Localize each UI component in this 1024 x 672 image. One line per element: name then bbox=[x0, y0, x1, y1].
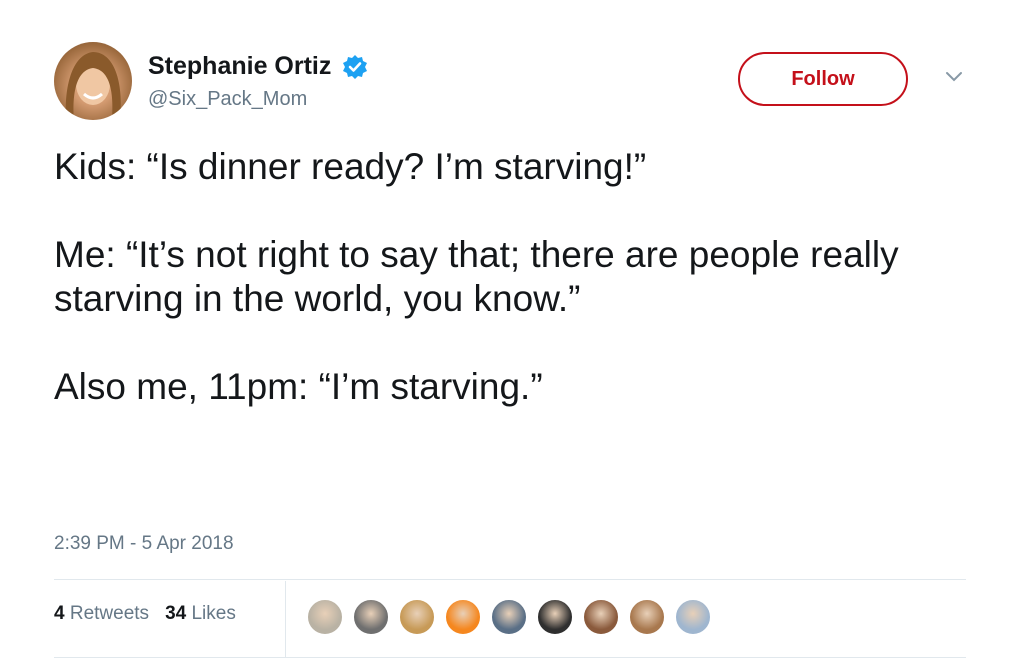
tweet-header: Stephanie Ortiz @Six_Pack_Mom Follow bbox=[54, 42, 974, 122]
retweets-stat[interactable]: 4 Retweets bbox=[54, 603, 149, 625]
liker-avatar-8[interactable] bbox=[628, 598, 666, 636]
chevron-down-icon[interactable] bbox=[944, 70, 964, 84]
author-display-name[interactable]: Stephanie Ortiz bbox=[148, 52, 331, 81]
likes-stat[interactable]: 34 Likes bbox=[165, 603, 236, 625]
tweet-timestamp[interactable]: 2:39 PM - 5 Apr 2018 bbox=[54, 533, 234, 555]
author-avatar[interactable] bbox=[54, 42, 132, 120]
liker-avatar-4[interactable] bbox=[444, 598, 482, 636]
verified-badge-icon bbox=[342, 54, 368, 80]
retweets-label: Retweets bbox=[69, 603, 150, 624]
author-handle[interactable]: @Six_Pack_Mom bbox=[148, 88, 307, 111]
tweet-stats: 4 Retweets 34 Likes bbox=[54, 603, 252, 625]
stats-separator bbox=[285, 581, 286, 657]
liker-avatar-2[interactable] bbox=[352, 598, 390, 636]
likes-label: Likes bbox=[191, 603, 236, 624]
tweet-paragraph: Also me, 11pm: “I’m starving.” bbox=[54, 366, 543, 407]
divider bbox=[54, 579, 966, 580]
liker-avatar-1[interactable] bbox=[306, 598, 344, 636]
liker-avatar-5[interactable] bbox=[490, 598, 528, 636]
tweet-paragraph: Me: “It’s not right to say that; there a… bbox=[54, 234, 909, 319]
liker-avatar-7[interactable] bbox=[582, 598, 620, 636]
liker-avatar-6[interactable] bbox=[536, 598, 574, 636]
retweets-count: 4 bbox=[54, 603, 65, 624]
follow-button[interactable]: Follow bbox=[738, 52, 908, 106]
liker-avatar-3[interactable] bbox=[398, 598, 436, 636]
tweet-paragraph: Kids: “Is dinner ready? I’m starving!” bbox=[54, 146, 647, 187]
likes-count: 34 bbox=[165, 603, 187, 624]
divider bbox=[54, 657, 966, 658]
author-name-row: Stephanie Ortiz bbox=[148, 52, 368, 81]
tweet-text: Kids: “Is dinner ready? I’m starving!” M… bbox=[54, 145, 934, 409]
liker-avatar-9[interactable] bbox=[674, 598, 712, 636]
